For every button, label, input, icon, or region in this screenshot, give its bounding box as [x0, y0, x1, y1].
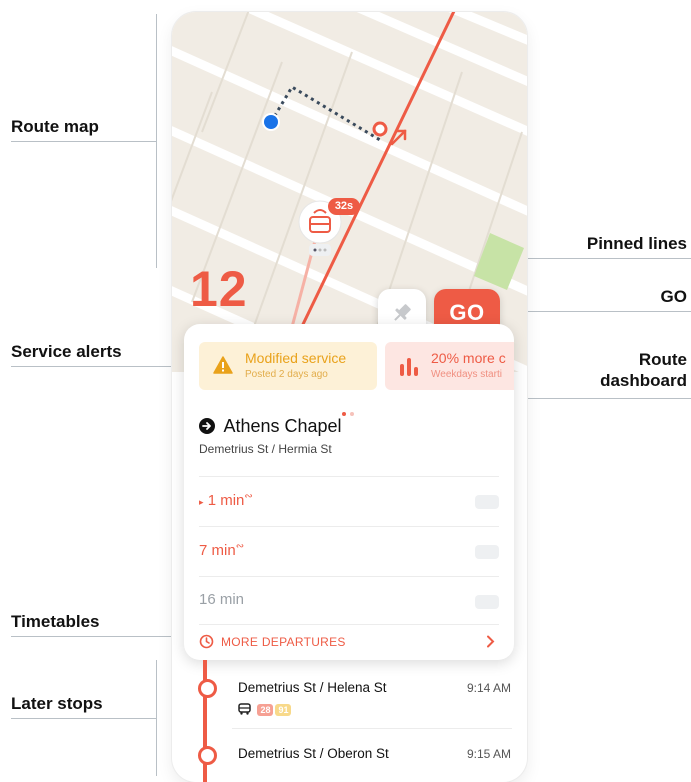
bus-icon [238, 703, 251, 715]
departure-time: 16 min [199, 591, 245, 608]
line-chip[interactable]: 28 [257, 704, 274, 716]
annotation-later-stops: Later stops [11, 694, 103, 713]
chevron-right-icon [487, 635, 495, 648]
clock-icon [199, 634, 214, 649]
annotation-line [11, 718, 157, 719]
later-stop-name[interactable]: Demetrius St / Oberon St [238, 746, 389, 761]
departure-time-group: 7 min∾ [199, 541, 244, 559]
annotation-bracket [156, 14, 157, 268]
occupancy-icon [475, 495, 499, 509]
service-alert-modified[interactable]: Modified service Posted 2 days ago [199, 342, 377, 390]
annotation-route-dashboard-line2: dashboard [600, 371, 687, 390]
user-location-icon [264, 115, 278, 129]
departure-row[interactable]: ▸ 1 min∾ [199, 476, 499, 525]
departure-time: 1 min [207, 492, 245, 509]
carousel-dots [342, 403, 358, 421]
departure-time-group: ▸ 1 min∾ [199, 491, 253, 509]
stop-circle-icon [198, 679, 217, 698]
stop-marker-icon[interactable] [372, 121, 388, 137]
departure-row[interactable]: 7 min∾ [199, 526, 499, 575]
dashboard-subtitle: Weekdays starti [431, 369, 502, 380]
more-departures-button[interactable]: MORE DEPARTURES [199, 624, 499, 659]
alert-subtitle: Posted 2 days ago [245, 369, 328, 380]
annotation-timetables: Timetables [11, 612, 100, 631]
later-stop-time: 9:14 AM [466, 681, 511, 695]
alert-title: Modified service [245, 350, 347, 366]
occupancy-icon [475, 545, 499, 559]
departure-time: 7 min [199, 542, 236, 559]
later-stop-name[interactable]: Demetrius St / Helena St [238, 680, 387, 695]
line-chip[interactable]: 91 [275, 704, 292, 716]
annotation-route-map: Route map [11, 117, 99, 136]
annotation-go: GO [660, 287, 687, 306]
route-dashboard-card[interactable]: 20% more c Weekdays starti [385, 342, 514, 390]
vehicle-eta-badge: 32s [328, 198, 360, 215]
carousel-dot [350, 412, 354, 416]
annotation-bracket [156, 660, 157, 776]
transfer-lines: 28 91 [238, 700, 292, 718]
carousel-dot-active [342, 412, 346, 416]
pin-icon [394, 304, 411, 321]
realtime-signal-icon: ∾ [244, 491, 253, 502]
dashboard-title: 20% more c [431, 350, 506, 366]
occupancy-icon [475, 595, 499, 609]
destination-name: Athens Chapel [223, 416, 342, 436]
departure-row[interactable]: 16 min [199, 576, 499, 625]
later-stop-time: 9:15 AM [466, 747, 511, 761]
route-number: 12 [190, 261, 248, 317]
app-screen: 32s 12 GO Modified service Posted 2 days… [172, 12, 527, 782]
annotation-service-alerts: Service alerts [11, 342, 122, 361]
annotation-line [11, 141, 157, 142]
annotation-route-dashboard: Route dashboard [600, 349, 687, 391]
warning-icon [213, 356, 233, 374]
direction-arrow-circle-icon [199, 418, 215, 434]
departure-card: Modified service Posted 2 days ago 20% m… [184, 324, 514, 660]
bar-chart-icon [400, 358, 418, 376]
realtime-signal-icon: ∾ [235, 541, 245, 552]
annotation-route-dashboard-line1: Route [638, 350, 687, 369]
next-departure-caret-icon: ▸ [199, 497, 204, 507]
more-departures-label: MORE DEPARTURES [221, 635, 346, 649]
divider [232, 728, 512, 729]
annotation-pinned-lines: Pinned lines [586, 234, 687, 253]
stop-circle-icon [198, 746, 217, 765]
stop-name: Demetrius St / Hermia St [199, 442, 332, 456]
destination-row: Athens Chapel [199, 416, 342, 437]
